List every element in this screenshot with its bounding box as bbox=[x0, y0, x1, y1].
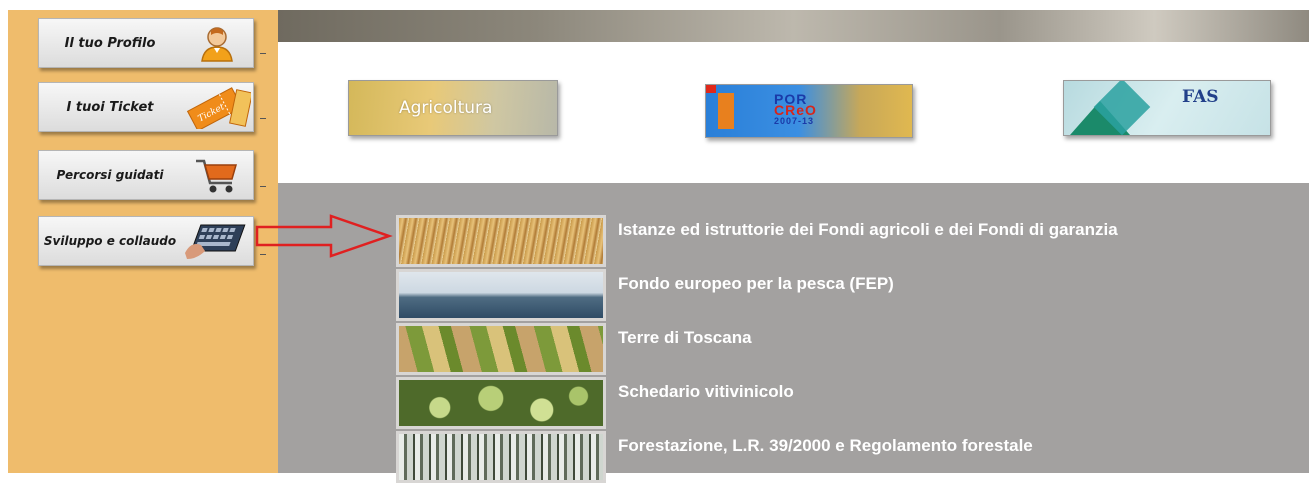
guided-paths-label: Percorsi guidati bbox=[56, 167, 164, 182]
por-logo-text: POR CReO 2007-13 bbox=[774, 91, 817, 126]
profile-button[interactable]: Il tuo Profilo bbox=[38, 18, 254, 68]
fas-banner[interactable]: FAS bbox=[1063, 80, 1271, 136]
list-item-label: Schedario vitivinicolo bbox=[618, 382, 794, 401]
red-arrow-icon bbox=[255, 214, 393, 258]
main-content: Istanze ed istruttorie dei Fondi agricol… bbox=[278, 183, 1309, 483]
por-creo-banner[interactable]: POR CReO 2007-13 bbox=[705, 84, 913, 138]
list-item[interactable]: Istanze ed istruttorie dei Fondi agricol… bbox=[396, 215, 1296, 267]
profile-label: Il tuo Profilo bbox=[64, 35, 156, 51]
list-item[interactable]: Fondo europeo per la pesca (FEP) bbox=[396, 269, 1296, 321]
agricoltura-banner[interactable]: Agricoltura bbox=[348, 80, 558, 136]
forest-image bbox=[396, 431, 606, 483]
keyboard-icon bbox=[181, 219, 253, 263]
wheat-image bbox=[396, 215, 606, 267]
ticket-icon: Ticket bbox=[181, 85, 253, 129]
list-item-label: Terre di Toscana bbox=[618, 328, 752, 347]
list-item[interactable]: Schedario vitivinicolo bbox=[396, 377, 1296, 429]
agricoltura-label: Agricoltura bbox=[399, 98, 493, 118]
list-item[interactable]: Forestazione, L.R. 39/2000 e Regolamento… bbox=[396, 431, 1296, 483]
dev-testing-button[interactable]: Sviluppo e collaudo bbox=[38, 216, 254, 266]
grapes-image bbox=[396, 377, 606, 429]
cart-icon bbox=[181, 153, 253, 197]
divider-tick bbox=[260, 53, 266, 54]
sidebar: Il tuo Profilo I tuoi Ticket Ticket Perc… bbox=[8, 10, 278, 473]
fields-image bbox=[396, 323, 606, 375]
list-item-label: Forestazione, L.R. 39/2000 e Regolamento… bbox=[618, 436, 1033, 455]
header-photo bbox=[278, 10, 1309, 42]
por-logo-bar bbox=[718, 93, 734, 129]
guided-paths-button[interactable]: Percorsi guidati bbox=[38, 150, 254, 200]
list-item-label: Fondo europeo per la pesca (FEP) bbox=[618, 274, 894, 293]
user-icon bbox=[181, 21, 253, 65]
list-item-label: Istanze ed istruttorie dei Fondi agricol… bbox=[618, 220, 1118, 239]
banner-area: Agricoltura POR CReO 2007-13 FAS bbox=[278, 42, 1309, 183]
divider-tick bbox=[260, 186, 266, 187]
tickets-label: I tuoi Ticket bbox=[66, 99, 154, 115]
fas-label: FAS bbox=[1182, 87, 1219, 107]
por-logo-mark bbox=[706, 85, 716, 93]
list-item[interactable]: Terre di Toscana bbox=[396, 323, 1296, 375]
dev-testing-label: Sviluppo e collaudo bbox=[43, 233, 177, 248]
divider-tick bbox=[260, 118, 266, 119]
fishing-boats-image bbox=[396, 269, 606, 321]
tickets-button[interactable]: I tuoi Ticket Ticket bbox=[38, 82, 254, 132]
